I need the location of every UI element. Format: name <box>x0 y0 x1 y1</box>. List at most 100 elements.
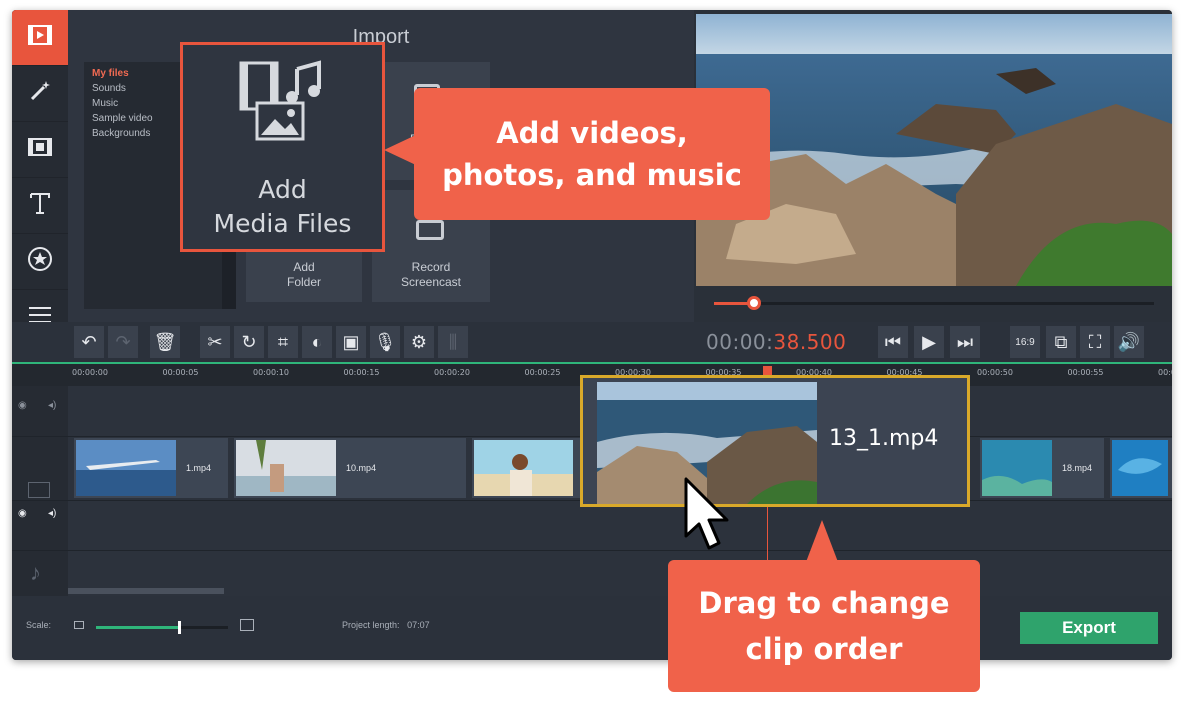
contrast-icon: ◐ <box>311 331 323 352</box>
gear-icon: ⚙ <box>410 331 428 352</box>
color-adjust-button[interactable]: ◐ <box>302 326 332 358</box>
play-button[interactable]: ▶ <box>914 326 944 358</box>
timeline-scrollbar[interactable] <box>68 588 224 594</box>
sidebar-item-import[interactable] <box>12 10 68 66</box>
external-window-icon: ⧉ <box>1054 331 1068 352</box>
zoom-in-icon[interactable] <box>240 619 254 631</box>
ruler-tick: 00:0 <box>1158 368 1172 377</box>
add-media-files-label: Add Media Files <box>183 173 382 241</box>
skip-forward-icon: ⏭ <box>956 331 974 352</box>
ruler-tick: 00:00:55 <box>1067 368 1104 377</box>
star-sticker-icon <box>26 245 54 278</box>
detach-preview-button[interactable]: ⧉ <box>1046 326 1076 358</box>
ruler-tick: 00:00:10 <box>253 368 289 377</box>
trash-icon: 🗑 <box>153 331 177 352</box>
crop-icon: ⌗ <box>277 331 289 352</box>
callout-pointer <box>384 134 418 166</box>
mouse-cursor-icon <box>684 477 729 550</box>
undo-button[interactable]: ↶ <box>74 326 104 358</box>
timeline-clip[interactable]: 18.mp4 <box>980 438 1104 498</box>
microphone-icon: 🎙 <box>373 331 397 352</box>
sidebar-item-stickers[interactable] <box>12 234 68 290</box>
volume-icon: 🔊 <box>1117 331 1141 352</box>
clip-label: 1.mp4 <box>186 463 212 473</box>
record-screencast-label-2: Screencast <box>400 275 462 289</box>
preview-progress-handle[interactable] <box>746 296 761 310</box>
timeline-clip[interactable]: 10.mp4 <box>234 438 466 498</box>
undo-icon: ↶ <box>81 331 97 352</box>
clip-label: 10.mp4 <box>346 463 377 473</box>
image-icon: ▣ <box>342 331 360 352</box>
track-headers: ◉ ◂) ◉ ◂) ♪ <box>12 386 68 596</box>
clip-thumbnail <box>76 440 176 496</box>
callout-drag-line2: clip order <box>745 632 903 666</box>
add-folder-label-2: Folder <box>286 275 321 289</box>
eye-icon[interactable]: ◉ <box>18 400 27 411</box>
clip-thumbnail <box>982 440 1052 496</box>
scale-slider-handle[interactable] <box>177 621 181 634</box>
callout-add-media: Add videos, photos, and music <box>414 88 770 220</box>
clip-thumbnail <box>474 440 573 496</box>
rotate-icon: ↻ <box>241 331 257 352</box>
add-media-label-line1: Add <box>258 175 307 204</box>
crop-button[interactable]: ⌗ <box>268 326 298 358</box>
zoom-out-icon[interactable] <box>74 621 84 629</box>
callout-add-line2: photos, and music <box>442 158 742 192</box>
callout-add-line1: Add videos, <box>496 116 688 150</box>
ruler-tick: 00:00:50 <box>977 368 1013 377</box>
film-import-icon <box>26 21 54 54</box>
mute-icon[interactable]: ◂) <box>48 508 56 519</box>
scale-label: Scale: <box>26 620 52 630</box>
add-media-label-line2: Media Files <box>213 209 352 238</box>
record-audio-button[interactable]: 🎙 <box>370 326 400 358</box>
equalizer-button[interactable]: ⫼ <box>438 326 468 358</box>
split-button[interactable]: ✂ <box>200 326 230 358</box>
sidebar-item-titles[interactable] <box>12 178 68 234</box>
callout-pointer <box>806 520 838 562</box>
redo-icon: ↷ <box>115 331 131 352</box>
dragged-clip[interactable]: 13_1.mp4 <box>580 375 970 507</box>
eye-icon[interactable]: ◉ <box>18 508 27 519</box>
aspect-ratio-button[interactable]: 16:9 <box>1010 326 1040 358</box>
mute-icon[interactable]: ◂) <box>48 400 56 411</box>
timecode-value: 38.500 <box>773 330 847 354</box>
clip-thumbnail <box>1112 440 1168 496</box>
add-media-files-button[interactable]: Add Media Files <box>180 42 385 252</box>
redo-button[interactable]: ↷ <box>108 326 138 358</box>
image-button[interactable]: ▣ <box>336 326 366 358</box>
delete-button[interactable]: 🗑 <box>150 326 180 358</box>
preview-progress-bar[interactable] <box>714 296 1154 310</box>
equalizer-icon: ⫼ <box>448 331 458 352</box>
magic-wand-icon <box>26 77 54 110</box>
clip-label: 18.mp4 <box>1062 463 1093 473</box>
music-track-icon: ♪ <box>30 560 41 585</box>
transition-icon <box>26 133 54 166</box>
ruler-tick: 00:00:25 <box>524 368 561 377</box>
ruler-tick: 00:00:20 <box>434 368 470 377</box>
skip-back-button[interactable]: ⏮ <box>878 326 908 358</box>
sidebar-item-filters[interactable] <box>12 66 68 122</box>
aspect-ratio-label: 16:9 <box>1015 336 1035 348</box>
timeline-clip[interactable]: 11 <box>472 438 592 498</box>
scale-slider[interactable] <box>96 621 228 634</box>
clip-properties-button[interactable]: ⚙ <box>404 326 434 358</box>
rotate-button[interactable]: ↻ <box>234 326 264 358</box>
timeline-clip[interactable]: 1.mp4 <box>74 438 228 498</box>
bottom-bar: Scale: Project length: 07:07 Export <box>12 596 1172 660</box>
scissors-icon: ✂ <box>207 331 223 352</box>
fullscreen-icon: ⛶ <box>1088 331 1102 352</box>
ruler-tick: 00:00:15 <box>343 368 380 377</box>
sidebar-item-transitions[interactable] <box>12 122 68 178</box>
dragged-clip-label: 13_1.mp4 <box>829 426 939 451</box>
play-icon: ▶ <box>922 331 936 352</box>
add-folder-label-1: Add <box>293 260 315 274</box>
scale-slider-fill <box>96 626 178 629</box>
export-button[interactable]: Export <box>1020 612 1158 644</box>
timecode-prefix: 00:00: <box>706 330 774 354</box>
volume-button[interactable]: 🔊 <box>1114 326 1144 358</box>
project-length-value: 07:07 <box>407 620 430 630</box>
skip-forward-button[interactable]: ⏭ <box>950 326 980 358</box>
timeline-clip[interactable] <box>1110 438 1172 498</box>
text-icon <box>26 189 54 222</box>
fullscreen-button[interactable]: ⛶ <box>1080 326 1110 358</box>
